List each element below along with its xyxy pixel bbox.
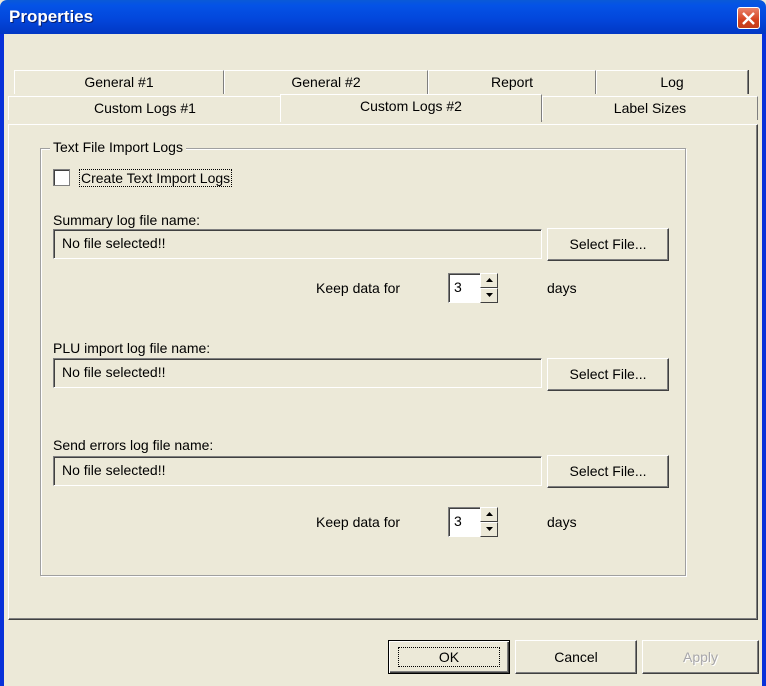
group-title: Text File Import Logs [50, 139, 186, 155]
send-errors-log-file-field: No file selected!! [53, 456, 542, 486]
summary-keep-days-input[interactable]: 3 [448, 273, 480, 303]
tab-custom-logs-2[interactable]: Custom Logs #2 [280, 94, 542, 122]
arrow-down-icon [486, 293, 493, 297]
window-title: Properties [9, 7, 94, 26]
send-errors-keep-data-label: Keep data for [316, 514, 401, 530]
close-icon [742, 12, 755, 25]
tab-label-sizes[interactable]: Label Sizes [542, 96, 758, 120]
apply-button[interactable]: Apply [642, 640, 759, 674]
arrow-up-icon [486, 278, 493, 282]
send-errors-days-label: days [547, 514, 577, 530]
spin-down-button[interactable] [480, 522, 498, 537]
send-errors-select-file-button[interactable]: Select File... [547, 455, 669, 488]
create-text-import-logs-label[interactable]: Create Text Import Logs [79, 169, 233, 187]
tab-general-1[interactable]: General #1 [14, 70, 224, 94]
arrow-up-icon [486, 512, 493, 516]
ok-label: OK [397, 647, 501, 667]
tab-log[interactable]: Log [596, 70, 748, 94]
window-frame-right [762, 34, 766, 686]
summary-days-label: days [547, 280, 577, 296]
spin-up-button[interactable] [480, 273, 498, 288]
summary-keep-data-label: Keep data for [316, 280, 401, 296]
plu-log-file-field: No file selected!! [53, 358, 542, 388]
window-frame-left [0, 34, 4, 686]
summary-log-label: Summary log file name: [53, 212, 201, 228]
summary-select-file-button[interactable]: Select File... [547, 228, 669, 261]
spin-down-button[interactable] [480, 288, 498, 303]
tab-custom-logs-1[interactable]: Custom Logs #1 [8, 96, 282, 120]
send-errors-log-label: Send errors log file name: [53, 437, 214, 453]
summary-log-file-field: No file selected!! [53, 229, 542, 259]
ok-button[interactable]: OK [388, 640, 510, 674]
plu-select-file-button[interactable]: Select File... [547, 358, 669, 391]
send-errors-keep-days-input[interactable]: 3 [448, 507, 480, 537]
send-errors-keep-days-spinner[interactable] [480, 507, 498, 537]
summary-keep-days-spinner[interactable] [480, 273, 498, 303]
tab-report[interactable]: Report [428, 70, 596, 94]
plu-log-label: PLU import log file name: [53, 340, 211, 356]
cancel-button[interactable]: Cancel [515, 640, 637, 674]
tab-general-2[interactable]: General #2 [224, 70, 428, 94]
close-button[interactable] [737, 7, 760, 29]
spin-up-button[interactable] [480, 507, 498, 522]
title-bar[interactable]: Properties [0, 0, 766, 34]
create-text-import-logs-checkbox[interactable] [53, 169, 70, 186]
arrow-down-icon [486, 527, 493, 531]
